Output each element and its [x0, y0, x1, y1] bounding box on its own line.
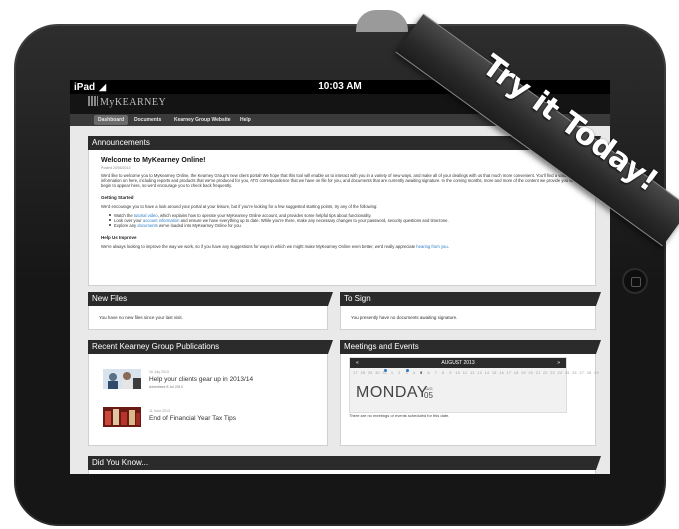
tab-dashboard[interactable]: Dashboard [94, 115, 129, 125]
hearing-from-you-link[interactable]: hearing from you [416, 244, 447, 249]
calendar-day[interactable]: 3 [403, 371, 410, 375]
app-logo[interactable]: MyKEARNEY [88, 96, 166, 108]
calendar-day[interactable]: 14 [483, 371, 490, 375]
calendar-day[interactable]: 22 [542, 371, 549, 375]
to-sign-header: To Sign [340, 292, 601, 306]
calendar-day[interactable]: 30 [374, 371, 381, 375]
to-sign-message: You presently have no documents awaiting… [351, 315, 458, 320]
calendar-day[interactable]: 16 [498, 371, 505, 375]
documents-link[interactable]: documents [137, 223, 157, 228]
help-text: We're always looking to improve the way … [101, 244, 449, 249]
calendar-day[interactable]: 18 [513, 371, 520, 375]
calendar-day-strip: 27 28 29 30 31 1 2 3 4 5 6 7 8 9 10 11 12 13 14 15 16 17 18 19 2… [352, 371, 598, 375]
calendar-day[interactable]: 2 [396, 371, 403, 375]
calendar-day[interactable]: 26 [571, 371, 578, 375]
announcement-title: Welcome to MyKearney Online! [101, 157, 206, 164]
publications-panel: Recent Kearney Group Publications 16 Jul… [88, 340, 333, 446]
getting-started-heading: Getting Started [101, 195, 134, 200]
calendar-day[interactable]: 1 [388, 371, 395, 375]
calendar-header: « AUGUST 2013 » [350, 358, 566, 368]
calendar-day[interactable]: 25 [564, 371, 571, 375]
new-files-message: You have no new files since your last vi… [99, 315, 183, 320]
calendar-day[interactable]: 7 [432, 371, 439, 375]
calendar-day[interactable]: 21 [534, 371, 541, 375]
logo-icon [88, 96, 98, 106]
publications-header: Recent Kearney Group Publications [88, 340, 333, 354]
chevron-right-icon[interactable]: » [557, 358, 560, 368]
calendar-day[interactable]: 28 [586, 371, 593, 375]
calendar-day[interactable]: 23 [549, 371, 556, 375]
suggestion-list: Watch the tutorial video, which explains… [109, 213, 449, 228]
help-heading: Help Us Improve [101, 235, 137, 240]
announcement-date: Posted 20/05/2013 [101, 166, 131, 170]
calendar-widget: « AUGUST 2013 » 27 28 29 30 31 1 2 3 4 5 6 7 8 9 10 11 1… [349, 357, 598, 413]
calendar-day[interactable]: 9 [447, 371, 454, 375]
new-files-panel: New Files You have no new files since yo… [88, 292, 333, 330]
calendar-day[interactable]: 29 [367, 371, 374, 375]
publication-title[interactable]: Help your clients gear up in 2013/14 [149, 376, 253, 383]
calendar-day[interactable]: 27 [578, 371, 585, 375]
ribbon-fold [356, 10, 408, 32]
calendar-day[interactable]: 27 [352, 371, 359, 375]
did-you-know-panel: Did You Know... [88, 456, 601, 474]
tab-help[interactable]: Help [236, 115, 255, 125]
getting-started-text: We'd encourage you to have a look around… [101, 204, 378, 209]
calendar-day[interactable]: 11 [461, 371, 468, 375]
publication-date: 11 June 2013 [149, 409, 170, 413]
calendar-day[interactable]: 4 [410, 371, 417, 375]
chevron-left-icon[interactable]: « [356, 358, 359, 368]
publication-title[interactable]: End of Financial Year Tax Tips [149, 415, 236, 422]
events-header: Meetings and Events [340, 340, 601, 354]
list-item: Explore any documents we've loaded into … [109, 223, 449, 228]
calendar-day[interactable]: 28 [359, 371, 366, 375]
publication-date: 16 July 2013 [149, 370, 169, 374]
calendar-day[interactable]: 19 [520, 371, 527, 375]
tab-documents[interactable]: Documents [130, 115, 165, 125]
calendar-day[interactable]: 13 [476, 371, 483, 375]
announcement-intro: We'd like to welcome you to MyKearney On… [101, 173, 576, 188]
selected-weekday: MONDAY [356, 384, 429, 401]
calendar-day[interactable]: 8 [440, 371, 447, 375]
home-button[interactable] [622, 268, 648, 294]
calendar-day[interactable]: 31 [381, 371, 388, 375]
events-message: There are no meetings or events schedule… [349, 413, 450, 418]
calendar-day[interactable]: 15 [491, 371, 498, 375]
events-panel: Meetings and Events « AUGUST 2013 » 27 28… [340, 340, 601, 446]
selected-day: 05 [424, 391, 433, 400]
publication-subtitle: Advertisee 8 Jul 2013 [149, 385, 183, 389]
publication-thumbnail[interactable] [103, 369, 141, 389]
did-you-know-header: Did You Know... [88, 456, 601, 470]
calendar-day[interactable]: 17 [505, 371, 512, 375]
calendar-day[interactable]: 29 [593, 371, 600, 375]
announcements-panel: Announcements Welcome to MyKearney Onlin… [88, 136, 601, 286]
to-sign-panel: To Sign You presently have no documents … [340, 292, 601, 330]
tab-kearney-group-website[interactable]: Kearney Group Website [170, 115, 235, 125]
calendar-day[interactable]: 5 [418, 371, 425, 375]
calendar-day[interactable]: 12 [469, 371, 476, 375]
calendar-day[interactable]: 20 [527, 371, 534, 375]
calendar-day[interactable]: 24 [556, 371, 563, 375]
new-files-header: New Files [88, 292, 333, 306]
calendar-day[interactable]: 6 [425, 371, 432, 375]
publication-thumbnail[interactable] [103, 407, 141, 427]
calendar-day[interactable]: 10 [454, 371, 461, 375]
calendar-month: AUGUST 2013 [441, 360, 475, 366]
